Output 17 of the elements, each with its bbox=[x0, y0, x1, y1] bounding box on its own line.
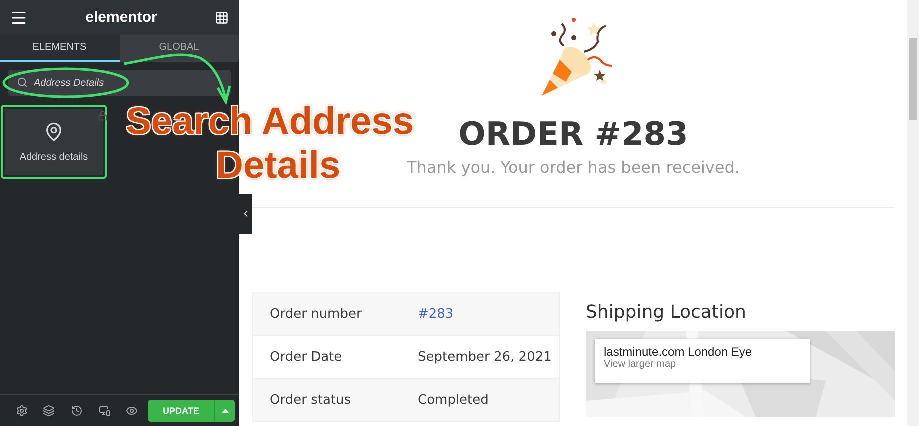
table-cell-text: Order Date bbox=[270, 350, 344, 364]
table-cell: September 26, 2021 bbox=[418, 350, 552, 364]
logo: elementor bbox=[86, 9, 158, 26]
table-cell-text: Order number bbox=[270, 306, 363, 322]
section-heading: Shipping Location bbox=[586, 302, 748, 323]
table-cell: Completed bbox=[418, 392, 489, 408]
view-larger-map-link[interactable]: View larger map bbox=[604, 359, 801, 370]
table-cell-text: Order status bbox=[270, 392, 352, 408]
map[interactable]: lastminute.com London Eye View larger map bbox=[586, 331, 895, 417]
order-link[interactable]: #283 bbox=[418, 306, 454, 322]
panel-tab[interactable]: GLOBAL bbox=[120, 35, 239, 62]
place-name: lastminute.com London Eye bbox=[604, 345, 754, 359]
widget-label: Address details bbox=[20, 152, 88, 162]
widget-card[interactable]: Address details bbox=[1, 105, 107, 179]
order-confirmation-text: Thank you. Your order has been received. bbox=[407, 158, 740, 177]
order-title: ORDER #283 bbox=[458, 114, 688, 154]
panel-tab[interactable]: ELEMENTS bbox=[0, 35, 120, 62]
